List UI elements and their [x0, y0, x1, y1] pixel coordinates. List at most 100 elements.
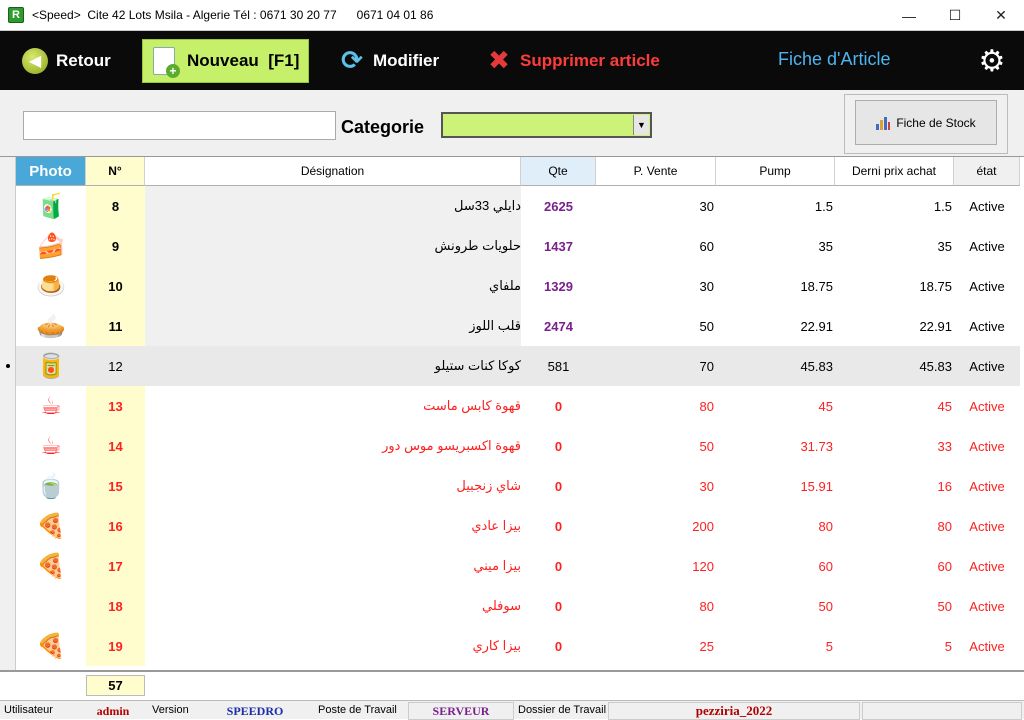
row-number: 11 — [86, 306, 145, 346]
row-qte: 0 — [554, 478, 563, 494]
row-photo: 🥫 — [16, 346, 86, 386]
row-prix-vente: 30 — [699, 278, 714, 294]
delete-x-icon: ✖ — [488, 45, 510, 75]
row-designation: دايلي 33سل — [145, 186, 521, 226]
col-header-pump[interactable]: Pump — [716, 157, 835, 186]
categorie-label: Categorie — [341, 117, 425, 137]
row-photo: ☕ — [16, 386, 86, 426]
row-photo: 🍕 — [16, 626, 86, 666]
row-dernier-prix-achat: 35 — [937, 238, 952, 254]
nouveau-button[interactable]: Nouveau [F1] — [142, 38, 309, 83]
table-row[interactable]: 🍕 19 بيزا كاري 0 25 5 5 Active — [16, 626, 1020, 666]
row-pump: 35 — [818, 238, 833, 254]
row-qte: 0 — [554, 598, 563, 614]
cake-slice-icon: 🍰 — [36, 232, 66, 260]
status-bar: Utilisateur admin Version SPEEDRO Poste … — [0, 700, 1024, 720]
table-row[interactable]: 🍮 10 ملفاي 1329 30 18.75 18.75 Active — [16, 266, 1020, 306]
utilisateur-label: Utilisateur — [4, 704, 53, 716]
row-number: 17 — [86, 546, 145, 586]
row-etat: Active — [969, 438, 1005, 454]
poste-value: SERVEUR — [408, 702, 514, 720]
col-header-photo[interactable]: Photo — [16, 157, 86, 186]
row-number: 12 — [86, 346, 145, 386]
gear-icon[interactable]: ⚙ — [976, 45, 1008, 78]
row-designation: بيزا ميني — [145, 546, 521, 586]
row-etat: Active — [969, 598, 1005, 614]
table-row[interactable]: 18 سوفلي 0 80 50 50 Active — [16, 586, 1020, 626]
toolbar: ◀ Retour Nouveau [F1] ⟳ Modifier ✖ Suppr… — [0, 31, 1024, 90]
row-number: 10 — [86, 266, 145, 306]
total-count: 57 — [86, 675, 145, 696]
table-row[interactable]: 🍕 17 بيزا ميني 0 120 60 60 Active — [16, 546, 1020, 586]
table-row[interactable]: 🧃 8 دايلي 33سل 2625 30 1.5 1.5 Active — [16, 186, 1020, 226]
bar-chart-icon — [876, 116, 891, 130]
mille-feuille-icon: 🍮 — [36, 272, 66, 300]
row-prix-vente: 80 — [699, 598, 714, 614]
close-button[interactable]: ✕ — [978, 0, 1024, 31]
table-row[interactable]: ☕ 13 قهوة كابس ماست 0 80 45 45 Active — [16, 386, 1020, 426]
row-dernier-prix-achat: 45 — [937, 398, 952, 414]
row-designation: قهوة اكسبريسو موس دور — [145, 426, 521, 466]
row-prix-vente: 50 — [699, 318, 714, 334]
pizza-slice-icon: 🍕 — [36, 632, 66, 660]
table-row[interactable]: ☕ 14 قهوة اكسبريسو موس دور 0 50 31.73 33 Active — [16, 426, 1020, 466]
table-row[interactable]: 🥧 11 قلب اللوز 2474 50 22.91 22.91 Active — [16, 306, 1020, 346]
pizza-icon: 🍕 — [36, 552, 66, 580]
col-header-etat[interactable]: état — [954, 157, 1020, 186]
row-prix-vente: 120 — [692, 558, 714, 574]
modifier-button[interactable]: ⟳ Modifier — [339, 39, 439, 83]
row-photo — [16, 586, 86, 626]
row-dernier-prix-achat: 45.83 — [919, 358, 952, 374]
row-pump: 15.91 — [800, 478, 833, 494]
search-input[interactable] — [23, 111, 336, 140]
retour-button[interactable]: ◀ Retour — [22, 39, 111, 83]
row-pump: 31.73 — [800, 438, 833, 454]
row-etat: Active — [969, 318, 1005, 334]
dossier-value: pezziria_2022 — [608, 702, 860, 720]
row-qte: 1437 — [544, 238, 573, 254]
row-dernier-prix-achat: 16 — [937, 478, 952, 494]
row-designation: بيزا عادي — [145, 506, 521, 546]
supprimer-button[interactable]: ✖ Supprimer article — [486, 39, 660, 83]
row-number: 18 — [86, 586, 145, 626]
row-etat: Active — [969, 638, 1005, 654]
maximize-button[interactable]: ☐ — [932, 0, 978, 31]
retour-label: Retour — [56, 50, 111, 70]
dossier-label: Dossier de Travail — [518, 704, 607, 716]
row-pump: 18.75 — [800, 278, 833, 294]
nouveau-label: Nouveau [F1] — [187, 50, 300, 70]
col-header-num[interactable]: N° — [86, 157, 145, 186]
table-row[interactable]: 🍰 9 حلويات طرونش 1437 60 35 35 Active — [16, 226, 1020, 266]
row-designation: قلب اللوز — [145, 306, 521, 346]
row-number: 8 — [86, 186, 145, 226]
fiche-stock-button[interactable]: Fiche de Stock — [855, 100, 997, 145]
table-row[interactable]: 🍕 16 بيزا عادي 0 200 80 80 Active — [16, 506, 1020, 546]
table-row[interactable]: 🥫 12 كوكا كنات ستيلو 581 70 45.83 45.83 Active — [16, 346, 1020, 386]
row-prix-vente: 50 — [699, 438, 714, 454]
chevron-down-icon[interactable]: ▼ — [633, 115, 649, 135]
cola-can-icon: 🥫 — [36, 352, 66, 380]
minimize-button[interactable]: — — [886, 0, 932, 31]
col-header-designation[interactable]: Désignation — [145, 157, 521, 186]
row-prix-vente: 80 — [699, 398, 714, 414]
row-photo: 🥧 — [16, 306, 86, 346]
col-header-dernier-prix-achat[interactable]: Derni prix achat — [835, 157, 954, 186]
col-header-prix-vente[interactable]: P. Vente — [596, 157, 716, 186]
row-pump: 1.5 — [814, 198, 833, 214]
row-qte: 0 — [554, 518, 563, 534]
row-number: 13 — [86, 386, 145, 426]
categorie-select[interactable]: ▼ — [441, 112, 652, 138]
row-designation: ملفاي — [145, 266, 521, 306]
current-row-marker — [6, 364, 10, 368]
tea-glass-icon: 🍵 — [36, 472, 66, 500]
col-header-qte[interactable]: Qte — [521, 157, 596, 186]
row-etat: Active — [969, 518, 1005, 534]
table-row[interactable]: 🍵 15 شاي زنجبيل 0 30 15.91 16 Active — [16, 466, 1020, 506]
row-photo: ☕ — [16, 426, 86, 466]
row-qte: 0 — [554, 558, 563, 574]
row-prix-vente: 60 — [699, 238, 714, 254]
row-etat: Active — [969, 398, 1005, 414]
row-photo: 🍕 — [16, 506, 86, 546]
modifier-label: Modifier — [373, 50, 440, 70]
row-etat: Active — [969, 238, 1005, 254]
